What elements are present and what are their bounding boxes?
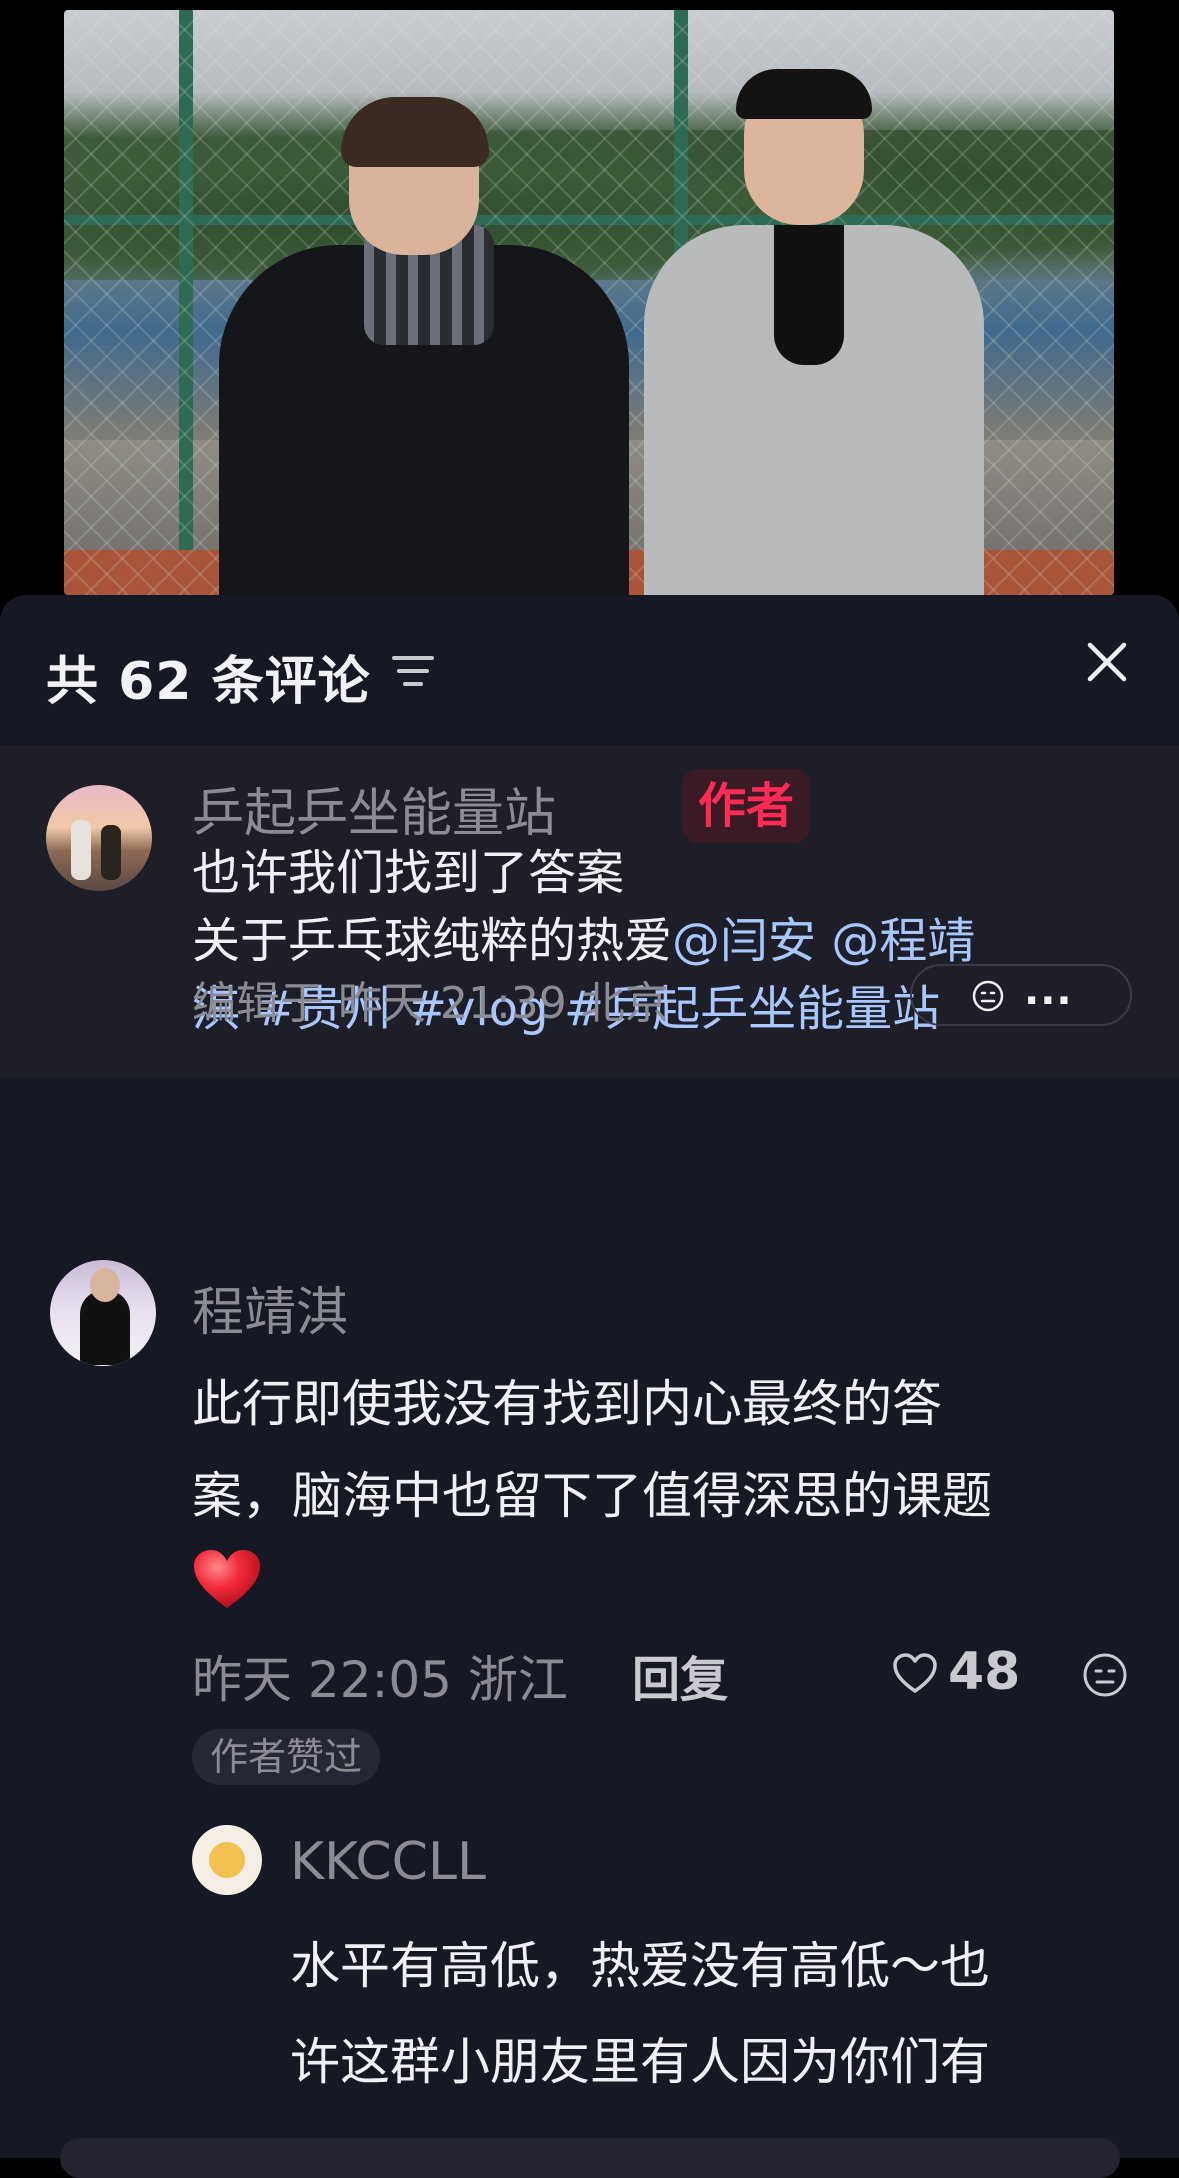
comment-count-title: 共 62 条评论 [46,652,371,712]
sheet-header: 共 62 条评论 [0,595,1179,745]
comment-text-line: 关于乒乓球纯粹的热爱@闫安 @程靖 [192,907,975,975]
video-player[interactable] [64,10,1114,595]
comment-author-name[interactable]: 乒起乒坐能量站 [192,771,556,846]
author-liked-badge: 作者赞过 [192,1729,381,1785]
avatar[interactable] [50,1260,156,1366]
reply-text-line: 许这群小朋友里有人因为你们有 [290,2033,990,2091]
person-left [209,97,639,595]
comment-input-bar[interactable] [60,2138,1120,2178]
avatar[interactable] [46,785,152,891]
comment-text-segment: 关于乒乓球纯粹的热爱 [192,913,673,969]
person-right [624,69,1004,595]
sort-icon[interactable] [390,653,436,689]
comment-meta: 编辑于 昨天 21:39 北京 [192,978,669,1029]
reply-text: 水平有高低，热爱没有高低～也 许这群小朋友里有人因为你们有 [290,1918,990,2110]
avatar[interactable] [192,1825,262,1895]
comment-meta: 昨天 22:05 浙江 [192,1651,568,1709]
like-count: 48 [948,1642,1021,1702]
comment-text-line: 案，脑海中也留下了值得深思的课题 [192,1467,992,1525]
emoji-face-icon[interactable] [1082,1652,1128,1698]
reply-button[interactable]: 回复 [632,1640,728,1710]
close-icon[interactable] [1082,637,1132,687]
more-icon[interactable]: ... [1024,968,1073,1014]
emoji-face-icon[interactable] [972,980,1004,1012]
reaction-more-pill[interactable]: ... [910,964,1132,1026]
comment-text-line: 也许我们找到了答案 [192,845,625,901]
reply-text-line: 水平有高低，热爱没有高低～也 [290,1937,990,1995]
comment-text: 此行即使我没有找到内心最终的答 案，脑海中也留下了值得深思的课题 [192,1358,992,1542]
mention-link[interactable]: @闫安 [672,913,816,969]
author-badge: 作者 [682,769,811,843]
comment-text-line: 此行即使我没有找到内心最终的答 [192,1375,942,1433]
pinned-author-comment: 乒起乒坐能量站 作者 也许我们找到了答案 关于乒乓球纯粹的热爱@闫安 @程靖 淇… [0,745,1179,1078]
red-heart-emoji [194,1550,260,1608]
heart-icon[interactable] [892,1652,938,1694]
mention-link[interactable]: @程靖 [831,913,975,969]
reply-author-name[interactable]: KKCCLL [290,1832,486,1892]
comment-author-name[interactable]: 程靖淇 [192,1270,348,1345]
